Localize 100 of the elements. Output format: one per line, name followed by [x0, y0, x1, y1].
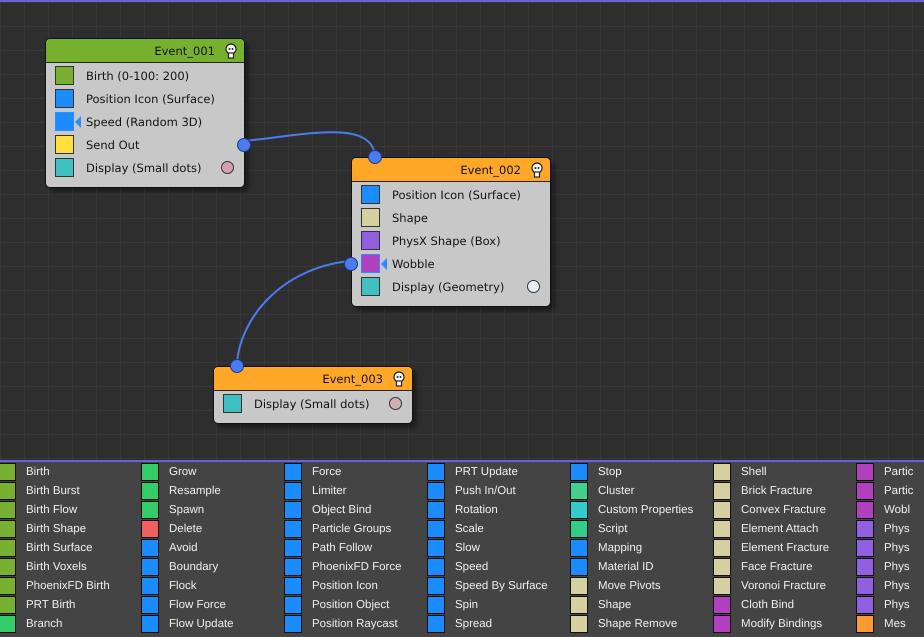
operator-label[interactable]: Slow: [455, 542, 480, 554]
operator-label[interactable]: Cluster: [598, 484, 634, 496]
operator-icon[interactable]: [0, 558, 16, 576]
operator-icon[interactable]: [427, 482, 445, 500]
operator-label[interactable]: Voronoi Fracture: [741, 580, 826, 592]
operator-icon[interactable]: [284, 520, 302, 538]
operator-label[interactable]: Move Pivots: [598, 580, 661, 592]
operator-label[interactable]: Position Object: [312, 598, 390, 610]
operator-icon[interactable]: [0, 614, 16, 632]
operator-label[interactable]: PRT Birth: [26, 598, 76, 610]
operator-icon[interactable]: [141, 614, 159, 632]
operator-label[interactable]: Phys: [884, 598, 910, 610]
operator-label[interactable]: Flow Update: [169, 618, 234, 630]
operator-icon[interactable]: [284, 462, 302, 480]
operator-label[interactable]: Birth Voxels: [26, 560, 87, 572]
operator-icon[interactable]: [570, 462, 588, 480]
operator-label[interactable]: Resample: [169, 484, 221, 496]
operator-label[interactable]: PRT Update: [455, 466, 518, 478]
operator-label[interactable]: Shape: [392, 210, 428, 224]
operator-icon[interactable]: [570, 576, 588, 594]
operator-label[interactable]: Spawn: [169, 504, 204, 516]
operator-label[interactable]: Modify Bindings: [741, 618, 822, 630]
operator-label[interactable]: Grow: [169, 466, 196, 478]
operator-icon[interactable]: [713, 482, 731, 500]
operator-icon[interactable]: [427, 462, 445, 480]
operator-label[interactable]: Material ID: [598, 560, 654, 572]
operator-label[interactable]: Shell: [741, 466, 767, 478]
operator-label[interactable]: PhoenixFD Birth: [26, 580, 110, 592]
operator-icon[interactable]: [713, 520, 731, 538]
operator-label[interactable]: Position Icon (Surface): [392, 188, 521, 202]
operator-label[interactable]: Path Follow: [312, 542, 372, 554]
operator-label[interactable]: Display (Geometry): [392, 280, 504, 294]
display-color-swatch[interactable]: [221, 161, 234, 174]
operator-label[interactable]: PhoenixFD Force: [312, 560, 402, 572]
operator-label[interactable]: Convex Fracture: [741, 504, 826, 516]
operator-label[interactable]: Birth Burst: [26, 484, 80, 496]
operator-label[interactable]: Speed (Random 3D): [86, 114, 202, 128]
operator-label[interactable]: Wobl: [884, 504, 910, 516]
operator-icon[interactable]: [427, 596, 445, 614]
operator-label[interactable]: Wobble: [392, 256, 435, 270]
operator-label[interactable]: PhysX Shape (Box): [392, 234, 501, 248]
operator-label[interactable]: Speed: [455, 560, 488, 572]
operator-icon[interactable]: [0, 538, 16, 556]
operator-icon[interactable]: [0, 482, 16, 500]
operator-icon[interactable]: [141, 558, 159, 576]
operator-label[interactable]: Send Out: [86, 138, 140, 152]
operator-label[interactable]: Birth (0-100: 200): [86, 68, 190, 82]
operator-label[interactable]: Partic: [884, 484, 914, 496]
operator-icon[interactable]: [713, 538, 731, 556]
operator-label[interactable]: Rotation: [455, 504, 498, 516]
operator-label[interactable]: Spin: [455, 598, 478, 610]
operator-label[interactable]: Stop: [598, 466, 622, 478]
operator-label[interactable]: Position Icon (Surface): [86, 92, 215, 106]
operator-label[interactable]: Push In/Out: [455, 484, 516, 496]
event-node[interactable]: Event_003 Display (Small dots): [213, 366, 413, 424]
operator-label[interactable]: Scale: [455, 522, 484, 534]
operator-label[interactable]: Brick Fracture: [741, 484, 813, 496]
operator-icon[interactable]: [856, 614, 874, 632]
operator-label[interactable]: Phys: [884, 522, 910, 534]
operator-icon[interactable]: [284, 482, 302, 500]
operator-icon[interactable]: [570, 500, 588, 518]
operator-icon[interactable]: [570, 596, 588, 614]
operator-label[interactable]: Shape Remove: [598, 618, 678, 630]
operator-icon[interactable]: [427, 558, 445, 576]
operator-icon[interactable]: [284, 538, 302, 556]
operator-icon[interactable]: [427, 576, 445, 594]
operator-label[interactable]: Limiter: [312, 484, 347, 496]
operator-label[interactable]: Cloth Bind: [741, 598, 794, 610]
operator-label[interactable]: Phys: [884, 560, 910, 572]
operator-icon[interactable]: [713, 500, 731, 518]
input-port[interactable]: [368, 150, 382, 164]
operator-label[interactable]: Display (Small dots): [86, 160, 202, 174]
operator-icon[interactable]: [713, 576, 731, 594]
operator-label[interactable]: Position Raycast: [312, 618, 398, 630]
event-node[interactable]: Event_002 Position Icon (Surface) Shape PhysX Shape (Box) Wobble Display (Geometry): [351, 157, 551, 307]
operator-label[interactable]: Boundary: [169, 560, 218, 572]
display-color-swatch[interactable]: [527, 280, 540, 293]
operator-label[interactable]: Script: [598, 522, 628, 534]
operator-icon[interactable]: [284, 576, 302, 594]
operator-icon[interactable]: [141, 500, 159, 518]
operator-icon[interactable]: [0, 520, 16, 538]
operator-label[interactable]: Shape: [598, 598, 632, 610]
operator-label[interactable]: Birth Flow: [26, 504, 78, 516]
input-port[interactable]: [230, 359, 244, 373]
operator-label[interactable]: Branch: [26, 618, 62, 630]
operator-icon[interactable]: [284, 596, 302, 614]
output-port[interactable]: [237, 138, 251, 152]
operator-icon[interactable]: [0, 596, 16, 614]
operator-icon[interactable]: [427, 500, 445, 518]
operator-icon[interactable]: [141, 576, 159, 594]
operator-icon[interactable]: [141, 462, 159, 480]
operator-label[interactable]: Delete: [169, 522, 202, 534]
operator-label[interactable]: Birth Surface: [26, 542, 92, 554]
operator-icon[interactable]: [427, 614, 445, 632]
operator-icon[interactable]: [141, 538, 159, 556]
operator-icon[interactable]: [570, 558, 588, 576]
operator-label[interactable]: Position Icon: [312, 580, 378, 592]
operator-icon[interactable]: [427, 538, 445, 556]
operator-icon[interactable]: [570, 520, 588, 538]
operator-icon[interactable]: [141, 482, 159, 500]
